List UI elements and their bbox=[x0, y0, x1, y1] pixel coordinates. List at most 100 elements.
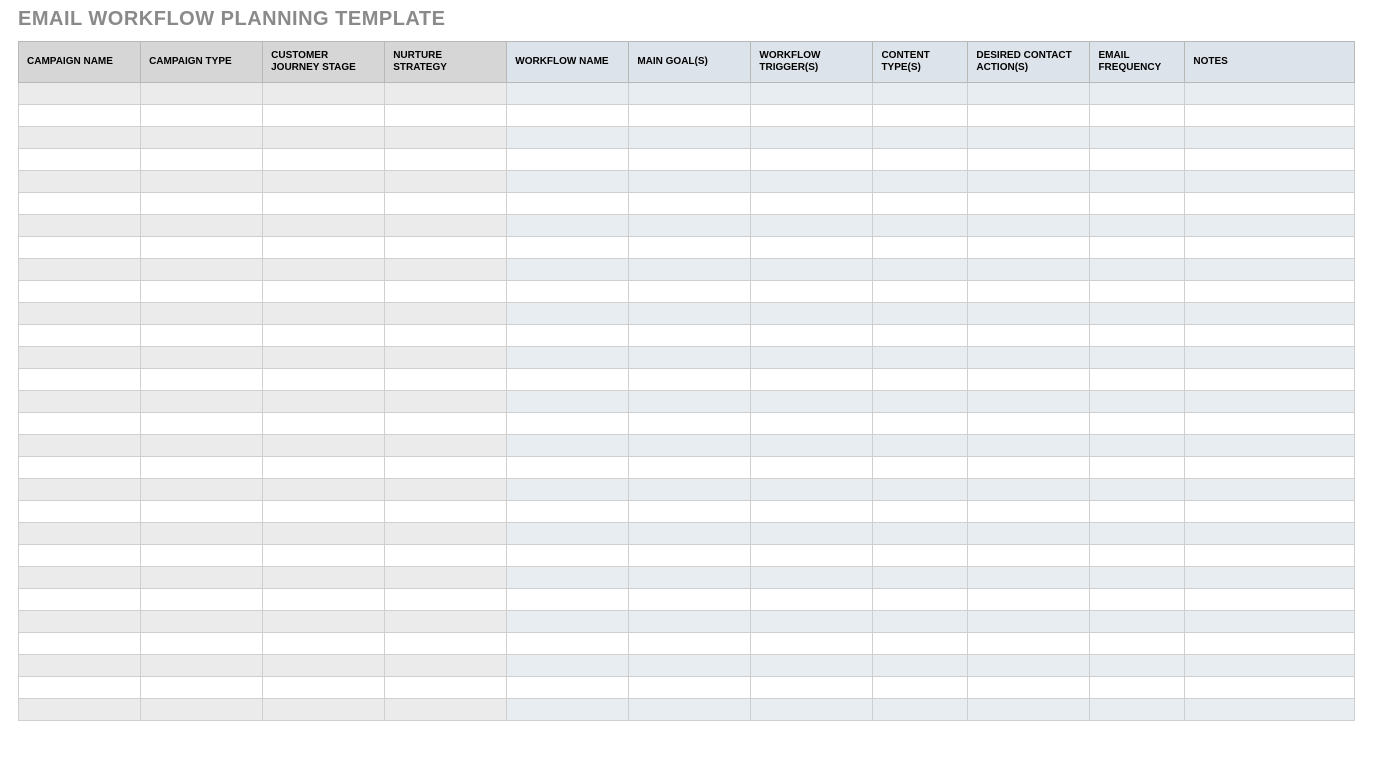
cell[interactable] bbox=[507, 237, 629, 259]
cell[interactable] bbox=[263, 193, 385, 215]
cell[interactable] bbox=[968, 325, 1090, 347]
cell[interactable] bbox=[751, 523, 873, 545]
cell[interactable] bbox=[263, 325, 385, 347]
cell[interactable] bbox=[1090, 259, 1185, 281]
cell[interactable] bbox=[1090, 369, 1185, 391]
cell[interactable] bbox=[968, 611, 1090, 633]
cell[interactable] bbox=[19, 611, 141, 633]
cell[interactable] bbox=[968, 677, 1090, 699]
cell[interactable] bbox=[629, 457, 751, 479]
cell[interactable] bbox=[1185, 413, 1355, 435]
cell[interactable] bbox=[751, 413, 873, 435]
cell[interactable] bbox=[507, 347, 629, 369]
cell[interactable] bbox=[629, 171, 751, 193]
cell[interactable] bbox=[141, 303, 263, 325]
cell[interactable] bbox=[873, 435, 968, 457]
cell[interactable] bbox=[751, 699, 873, 721]
cell[interactable] bbox=[1090, 237, 1185, 259]
cell[interactable] bbox=[1185, 611, 1355, 633]
cell[interactable] bbox=[19, 237, 141, 259]
cell[interactable] bbox=[385, 589, 507, 611]
cell[interactable] bbox=[629, 567, 751, 589]
cell[interactable] bbox=[19, 567, 141, 589]
cell[interactable] bbox=[1090, 523, 1185, 545]
cell[interactable] bbox=[968, 237, 1090, 259]
cell[interactable] bbox=[629, 677, 751, 699]
cell[interactable] bbox=[968, 479, 1090, 501]
cell[interactable] bbox=[263, 259, 385, 281]
cell[interactable] bbox=[19, 171, 141, 193]
cell[interactable] bbox=[873, 545, 968, 567]
cell[interactable] bbox=[507, 567, 629, 589]
cell[interactable] bbox=[1185, 259, 1355, 281]
cell[interactable] bbox=[873, 369, 968, 391]
cell[interactable] bbox=[141, 369, 263, 391]
cell[interactable] bbox=[751, 567, 873, 589]
cell[interactable] bbox=[263, 611, 385, 633]
cell[interactable] bbox=[507, 127, 629, 149]
cell[interactable] bbox=[1090, 479, 1185, 501]
cell[interactable] bbox=[629, 435, 751, 457]
cell[interactable] bbox=[873, 325, 968, 347]
cell[interactable] bbox=[19, 435, 141, 457]
cell[interactable] bbox=[629, 369, 751, 391]
cell[interactable] bbox=[873, 259, 968, 281]
cell[interactable] bbox=[141, 237, 263, 259]
cell[interactable] bbox=[629, 325, 751, 347]
cell[interactable] bbox=[1185, 567, 1355, 589]
cell[interactable] bbox=[751, 105, 873, 127]
cell[interactable] bbox=[19, 303, 141, 325]
cell[interactable] bbox=[141, 589, 263, 611]
cell[interactable] bbox=[968, 171, 1090, 193]
cell[interactable] bbox=[507, 435, 629, 457]
cell[interactable] bbox=[263, 435, 385, 457]
cell[interactable] bbox=[751, 259, 873, 281]
cell[interactable] bbox=[629, 391, 751, 413]
cell[interactable] bbox=[751, 369, 873, 391]
cell[interactable] bbox=[507, 281, 629, 303]
cell[interactable] bbox=[19, 545, 141, 567]
cell[interactable] bbox=[385, 193, 507, 215]
cell[interactable] bbox=[968, 369, 1090, 391]
cell[interactable] bbox=[751, 435, 873, 457]
cell[interactable] bbox=[385, 567, 507, 589]
cell[interactable] bbox=[263, 347, 385, 369]
cell[interactable] bbox=[751, 501, 873, 523]
cell[interactable] bbox=[507, 149, 629, 171]
cell[interactable] bbox=[1185, 105, 1355, 127]
cell[interactable] bbox=[968, 83, 1090, 105]
cell[interactable] bbox=[19, 479, 141, 501]
cell[interactable] bbox=[19, 369, 141, 391]
cell[interactable] bbox=[385, 237, 507, 259]
cell[interactable] bbox=[968, 105, 1090, 127]
cell[interactable] bbox=[968, 633, 1090, 655]
cell[interactable] bbox=[873, 391, 968, 413]
cell[interactable] bbox=[385, 347, 507, 369]
cell[interactable] bbox=[873, 237, 968, 259]
cell[interactable] bbox=[1090, 699, 1185, 721]
cell[interactable] bbox=[751, 391, 873, 413]
cell[interactable] bbox=[873, 281, 968, 303]
cell[interactable] bbox=[1185, 655, 1355, 677]
cell[interactable] bbox=[1185, 127, 1355, 149]
cell[interactable] bbox=[507, 83, 629, 105]
cell[interactable] bbox=[968, 149, 1090, 171]
cell[interactable] bbox=[1185, 281, 1355, 303]
cell[interactable] bbox=[141, 127, 263, 149]
cell[interactable] bbox=[141, 83, 263, 105]
cell[interactable] bbox=[873, 457, 968, 479]
cell[interactable] bbox=[141, 171, 263, 193]
cell[interactable] bbox=[1090, 545, 1185, 567]
cell[interactable] bbox=[507, 589, 629, 611]
cell[interactable] bbox=[629, 127, 751, 149]
cell[interactable] bbox=[141, 699, 263, 721]
cell[interactable] bbox=[1185, 237, 1355, 259]
cell[interactable] bbox=[1185, 347, 1355, 369]
cell[interactable] bbox=[507, 391, 629, 413]
cell[interactable] bbox=[141, 545, 263, 567]
cell[interactable] bbox=[1090, 435, 1185, 457]
cell[interactable] bbox=[751, 303, 873, 325]
cell[interactable] bbox=[751, 127, 873, 149]
cell[interactable] bbox=[19, 281, 141, 303]
cell[interactable] bbox=[873, 193, 968, 215]
